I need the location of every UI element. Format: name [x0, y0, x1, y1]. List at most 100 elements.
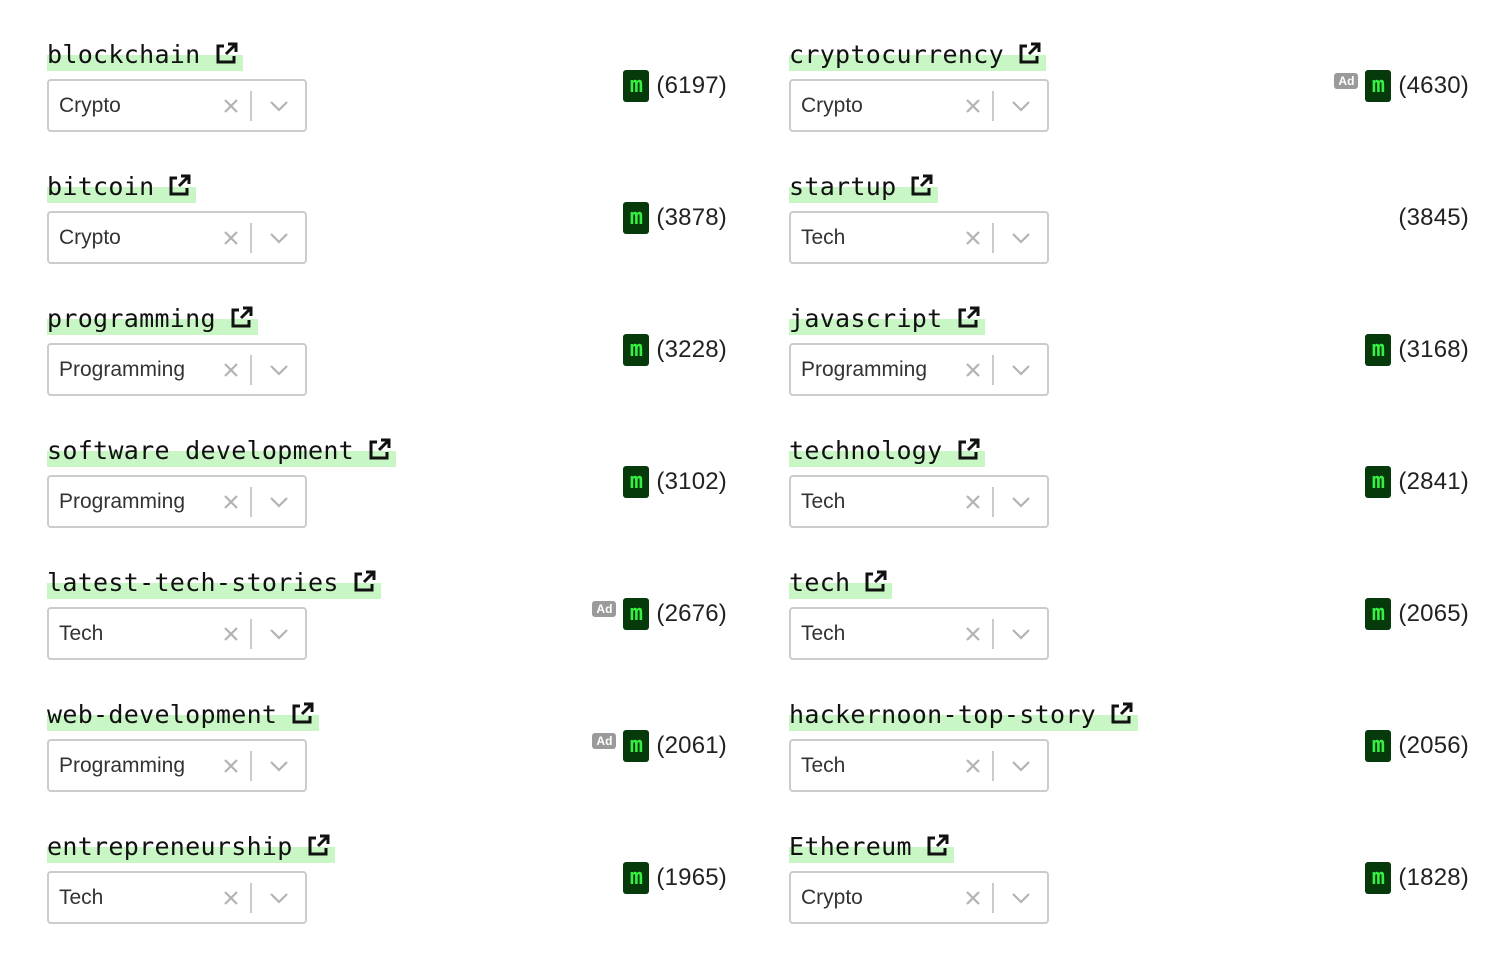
category-select[interactable]: Tech [47, 871, 307, 924]
medium-badge[interactable]: m [623, 862, 650, 894]
chevron-down-icon[interactable] [252, 609, 305, 658]
external-link-icon[interactable] [862, 569, 888, 595]
tag-row: Ethereum Crypto m (1828) [789, 828, 1469, 960]
category-select[interactable]: Programming [47, 739, 307, 792]
category-select[interactable]: Crypto [789, 871, 1049, 924]
tag-heading: entrepreneurship [47, 828, 335, 864]
external-link-icon[interactable] [1016, 41, 1042, 67]
clear-x-icon[interactable] [212, 741, 250, 790]
tag-name-link[interactable]: software development [47, 436, 354, 465]
story-count: (4630) [1398, 72, 1469, 99]
tag-heading: latest-tech-stories [47, 564, 381, 600]
tag-name-link[interactable]: technology [789, 436, 943, 465]
category-select[interactable]: Crypto [47, 79, 307, 132]
chevron-down-icon[interactable] [252, 873, 305, 922]
category-select[interactable]: Tech [789, 607, 1049, 660]
medium-badge[interactable]: m [623, 202, 650, 234]
chevron-down-icon[interactable] [994, 873, 1047, 922]
external-link-icon[interactable] [955, 305, 981, 331]
clear-x-icon[interactable] [954, 609, 992, 658]
medium-badge[interactable]: m [623, 466, 650, 498]
category-select-value: Tech [801, 225, 846, 249]
clear-x-icon[interactable] [954, 81, 992, 130]
tag-heading: web-development [47, 696, 320, 732]
chevron-down-icon[interactable] [252, 741, 305, 790]
chevron-down-icon[interactable] [994, 477, 1047, 526]
external-link-icon[interactable] [924, 833, 950, 859]
chevron-down-icon[interactable] [994, 213, 1047, 262]
medium-badge[interactable]: m [1365, 334, 1392, 366]
category-select[interactable]: Programming [47, 343, 307, 396]
tag-name-link[interactable]: javascript [789, 304, 943, 333]
clear-x-icon[interactable] [212, 213, 250, 262]
tag-name-link[interactable]: entrepreneurship [47, 832, 293, 861]
category-select[interactable]: Crypto [47, 211, 307, 264]
external-link-icon[interactable] [166, 173, 192, 199]
medium-badge[interactable]: m [1365, 730, 1392, 762]
tag-row: blockchain Crypto m (6197) [47, 36, 727, 168]
tag-name-link[interactable]: startup [789, 172, 896, 201]
chevron-down-icon[interactable] [994, 609, 1047, 658]
external-link-icon[interactable] [955, 437, 981, 463]
category-select[interactable]: Tech [789, 739, 1049, 792]
medium-badge[interactable]: m [623, 730, 650, 762]
tag-name-link[interactable]: web-development [47, 700, 277, 729]
tag-name-link[interactable]: hackernoon-top-story [789, 700, 1096, 729]
tag-heading: software development [47, 432, 397, 468]
clear-x-icon[interactable] [212, 81, 250, 130]
chevron-down-icon[interactable] [252, 345, 305, 394]
medium-badge[interactable]: m [1365, 466, 1392, 498]
clear-x-icon[interactable] [954, 213, 992, 262]
clear-x-icon[interactable] [212, 873, 250, 922]
chevron-down-icon[interactable] [252, 477, 305, 526]
external-link-icon[interactable] [366, 437, 392, 463]
tag-name-link[interactable]: bitcoin [47, 172, 154, 201]
tag-name-link[interactable]: latest-tech-stories [47, 568, 339, 597]
category-select[interactable]: Programming [47, 475, 307, 528]
clear-x-icon[interactable] [212, 477, 250, 526]
tag-stats: m (3878) [623, 200, 727, 236]
tag-stats: m (1828) [1365, 860, 1469, 896]
category-select[interactable]: Tech [789, 475, 1049, 528]
external-link-icon[interactable] [351, 569, 377, 595]
medium-badge[interactable]: m [623, 334, 650, 366]
category-select[interactable]: Programming [789, 343, 1049, 396]
tag-name-link[interactable]: programming [47, 304, 216, 333]
medium-badge[interactable]: m [1365, 862, 1392, 894]
tag-name-link[interactable]: Ethereum [789, 832, 912, 861]
tag-name-link[interactable]: blockchain [47, 40, 201, 69]
external-link-icon[interactable] [213, 41, 239, 67]
medium-badge[interactable]: m [623, 70, 650, 102]
story-count: (3878) [656, 204, 727, 231]
chevron-down-icon[interactable] [994, 741, 1047, 790]
tag-name-link[interactable]: tech [789, 568, 850, 597]
category-select[interactable]: Tech [789, 211, 1049, 264]
medium-badge[interactable]: m [1365, 598, 1392, 630]
external-link-icon[interactable] [228, 305, 254, 331]
clear-x-icon[interactable] [954, 345, 992, 394]
chevron-down-icon[interactable] [252, 81, 305, 130]
story-count: (2056) [1398, 732, 1469, 759]
tag-row: software development Programming m (3102… [47, 432, 727, 564]
chevron-down-icon[interactable] [994, 81, 1047, 130]
tag-name-link[interactable]: cryptocurrency [789, 40, 1004, 69]
category-select-value: Crypto [801, 885, 863, 909]
external-link-icon[interactable] [289, 701, 315, 727]
tag-row: startup Tech (3845) [789, 168, 1469, 300]
external-link-icon[interactable] [1108, 701, 1134, 727]
tag-stats: (3845) [1398, 200, 1469, 236]
clear-x-icon[interactable] [212, 345, 250, 394]
tag-row: latest-tech-stories Tech Ad m (2676) [47, 564, 727, 696]
external-link-icon[interactable] [305, 833, 331, 859]
clear-x-icon[interactable] [954, 873, 992, 922]
medium-badge[interactable]: m [1365, 70, 1392, 102]
clear-x-icon[interactable] [954, 477, 992, 526]
clear-x-icon[interactable] [212, 609, 250, 658]
clear-x-icon[interactable] [954, 741, 992, 790]
chevron-down-icon[interactable] [252, 213, 305, 262]
category-select[interactable]: Crypto [789, 79, 1049, 132]
category-select[interactable]: Tech [47, 607, 307, 660]
external-link-icon[interactable] [908, 173, 934, 199]
medium-badge[interactable]: m [623, 598, 650, 630]
chevron-down-icon[interactable] [994, 345, 1047, 394]
